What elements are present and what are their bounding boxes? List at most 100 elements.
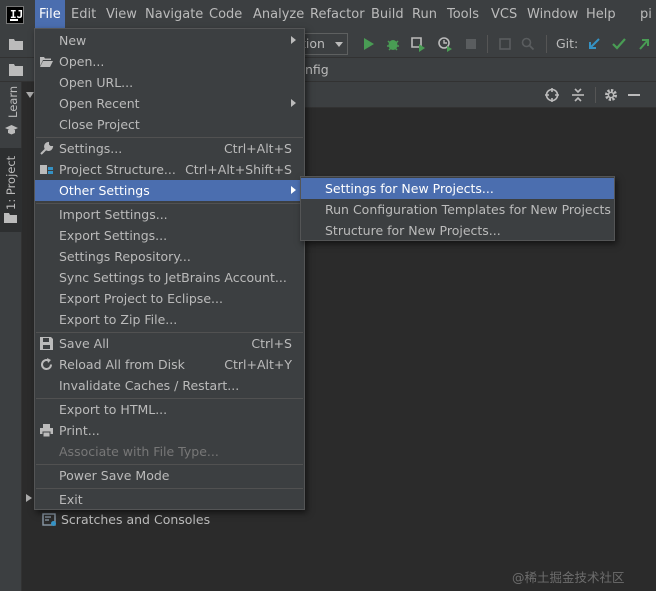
menu-run[interactable]: Run — [408, 0, 441, 30]
menu-window[interactable]: Window — [523, 0, 582, 30]
graduation-cap-icon — [5, 125, 18, 135]
folder-icon — [9, 64, 23, 76]
menu-item-power-save-mode[interactable]: Power Save Mode — [35, 465, 304, 486]
menu-item-label: Export Project to Eclipse... — [59, 291, 223, 306]
menu-item-shortcut: Ctrl+Alt+S — [223, 141, 292, 156]
menu-item-label: Close Project — [59, 117, 140, 132]
menu-tools[interactable]: Tools — [443, 0, 483, 30]
profile-icon[interactable] — [437, 36, 453, 52]
menu-item-label: Exit — [59, 492, 83, 507]
learn-tab[interactable]: Learn — [4, 86, 20, 142]
collapse-all-icon[interactable] — [570, 87, 586, 103]
menu-file[interactable]: File — [35, 0, 65, 30]
menu-item-label: Export to Zip File... — [59, 312, 178, 327]
print-icon — [40, 424, 53, 438]
gear-icon[interactable] — [603, 87, 619, 103]
wrench-icon — [40, 141, 54, 155]
git-update-icon[interactable] — [586, 36, 602, 52]
menu-item-sync-settings[interactable]: Sync Settings to JetBrains Account... — [35, 267, 304, 288]
run-with-coverage-icon[interactable] — [410, 36, 426, 52]
watermark: @稀土掘金技术社区 — [512, 570, 625, 585]
menu-item-settings-repository[interactable]: Settings Repository... — [35, 246, 304, 267]
submenu-arrow-icon — [291, 186, 296, 194]
menu-view[interactable]: View — [102, 0, 141, 30]
menu-navigate[interactable]: Navigate — [141, 0, 207, 30]
menu-item-other-settings[interactable]: Other Settings — [35, 180, 304, 201]
menu-item-structure-new-projects[interactable]: Structure for New Projects... — [301, 220, 614, 241]
menu-item-open-recent[interactable]: Open Recent — [35, 93, 304, 114]
menu-item-settings-new-projects[interactable]: Settings for New Projects... — [301, 178, 614, 199]
project-panel-header — [305, 82, 656, 108]
menu-item-label: Invalidate Caches / Restart... — [59, 378, 240, 393]
save-icon — [40, 337, 53, 350]
menu-item-label: Export to HTML... — [59, 402, 168, 417]
menu-edit[interactable]: Edit — [67, 0, 100, 30]
menu-item-label: Import Settings... — [59, 207, 168, 222]
menu-item-label: Power Save Mode — [59, 468, 170, 483]
project-tool-tab[interactable]: 1: Project — [0, 148, 22, 232]
menu-item-close-project[interactable]: Close Project — [35, 114, 304, 135]
project-tab-label: 1: Project — [4, 155, 18, 210]
menu-item-label: Open... — [59, 54, 105, 69]
menu-build[interactable]: Build — [367, 0, 408, 30]
menu-item-label: Save All — [59, 336, 110, 351]
folder-open-icon — [40, 57, 53, 67]
run-icon[interactable] — [360, 36, 376, 52]
submenu-arrow-icon — [291, 36, 296, 44]
header-separator — [595, 87, 596, 103]
menu-item-save-all[interactable]: Save All Ctrl+S — [35, 333, 304, 354]
menu-item-print[interactable]: Print... — [35, 420, 304, 441]
submenu-arrow-icon — [291, 99, 296, 107]
search-icon[interactable] — [520, 36, 536, 52]
menu-item-reload-all[interactable]: Reload All from Disk Ctrl+Alt+Y — [35, 354, 304, 375]
menu-item-shortcut: Ctrl+Alt+Y — [224, 357, 292, 372]
menu-item-label: Settings Repository... — [59, 249, 191, 264]
scratches-icon — [42, 513, 56, 526]
git-commit-icon[interactable] — [611, 36, 627, 52]
menu-item-settings[interactable]: Settings... Ctrl+Alt+S — [35, 138, 304, 159]
menu-item-label: Open Recent — [59, 96, 140, 111]
learn-tab-label: Learn — [6, 85, 20, 118]
menu-item-open[interactable]: Open... — [35, 51, 304, 72]
tree-collapse-arrow-icon[interactable] — [26, 494, 32, 502]
open-folder-icon[interactable] — [8, 36, 24, 52]
menu-item-associate-file-type: Associate with File Type... — [35, 441, 304, 462]
menu-analyze[interactable]: Analyze — [249, 0, 308, 30]
menu-item-exit[interactable]: Exit — [35, 489, 304, 510]
menu-item-label: Other Settings — [59, 183, 150, 198]
menu-vcs[interactable]: VCS — [487, 0, 521, 30]
breadcrumb-item[interactable]: nfig — [305, 62, 329, 77]
menu-item-new[interactable]: New — [35, 30, 304, 51]
menu-item-export-zip[interactable]: Export to Zip File... — [35, 309, 304, 330]
debug-icon[interactable] — [385, 36, 401, 52]
menu-item-label: Export Settings... — [59, 228, 168, 243]
menu-item-export-settings[interactable]: Export Settings... — [35, 225, 304, 246]
menu-item-label: Run Configuration Templates for New Proj… — [325, 202, 611, 217]
menu-item-run-config-templates[interactable]: Run Configuration Templates for New Proj… — [301, 199, 614, 220]
menu-bar: IJ File Edit View Navigate Code Analyze … — [0, 0, 656, 30]
tree-item-scratches[interactable]: Scratches and Consoles — [61, 511, 210, 529]
menu-item-export-html[interactable]: Export to HTML... — [35, 399, 304, 420]
stop-icon[interactable] — [463, 36, 479, 52]
menu-item-import-settings[interactable]: Import Settings... — [35, 204, 304, 225]
menu-item-shortcut: Ctrl+Alt+Shift+S — [185, 162, 292, 177]
menu-item-label: Reload All from Disk — [59, 357, 185, 372]
git-push-icon[interactable] — [636, 36, 652, 52]
locate-target-icon[interactable] — [544, 87, 560, 103]
menu-item-label: Open URL... — [59, 75, 134, 90]
menu-item-export-eclipse[interactable]: Export Project to Eclipse... — [35, 288, 304, 309]
menu-item-invalidate-caches[interactable]: Invalidate Caches / Restart... — [35, 375, 304, 396]
menu-item-open-url[interactable]: Open URL... — [35, 72, 304, 93]
attach-debugger-icon[interactable] — [497, 36, 513, 52]
folder-icon — [4, 213, 17, 223]
menu-help[interactable]: Help — [582, 0, 620, 30]
minimize-icon[interactable] — [628, 94, 640, 96]
menu-item-project-structure[interactable]: Project Structure... Ctrl+Alt+Shift+S — [35, 159, 304, 180]
project-structure-icon — [40, 165, 53, 174]
menu-item-label: Project Structure... — [59, 162, 176, 177]
tree-expand-icon — [26, 92, 34, 98]
menu-code[interactable]: Code — [205, 0, 246, 30]
menu-item-label: Settings... — [59, 141, 123, 156]
menu-refactor[interactable]: Refactor — [306, 0, 369, 30]
file-menu: New Open... Open URL... Open Recent Clos… — [34, 28, 305, 510]
